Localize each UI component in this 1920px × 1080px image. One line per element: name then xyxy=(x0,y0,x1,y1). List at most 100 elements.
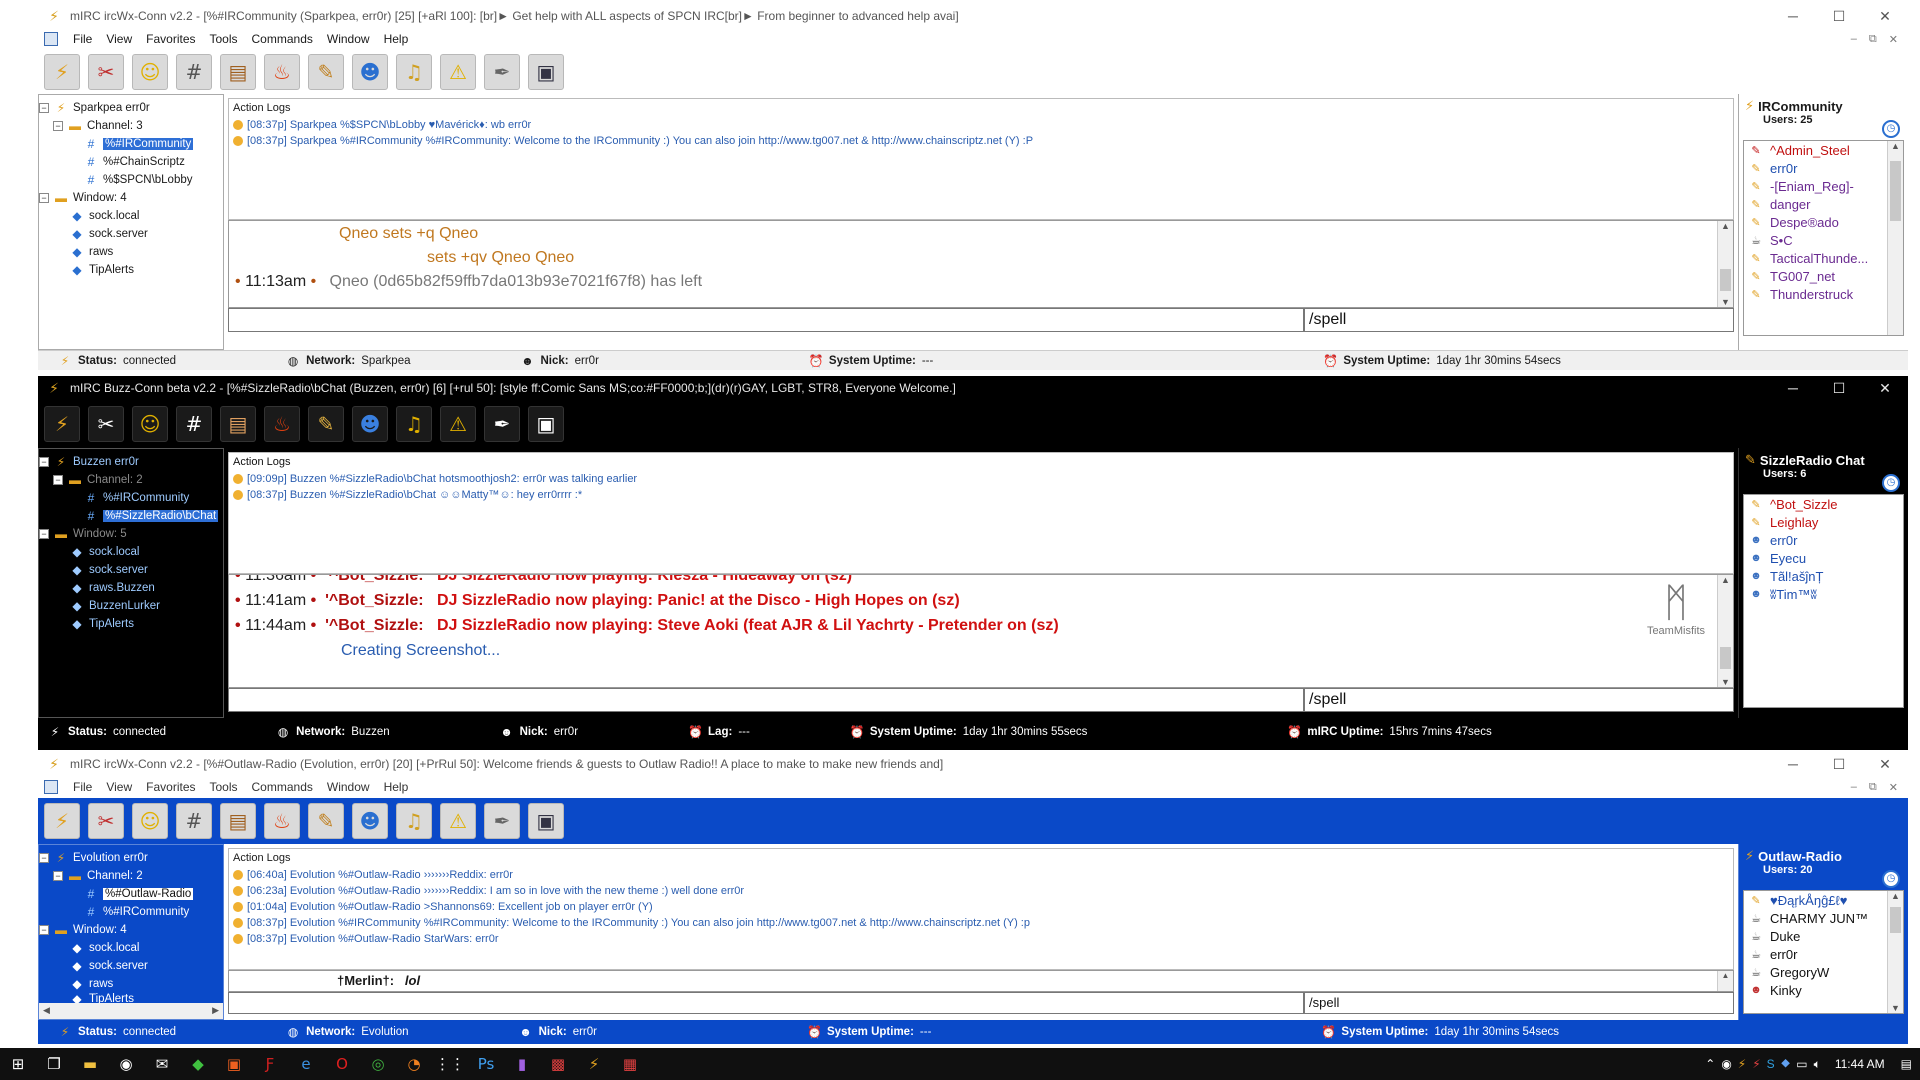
mdi-window-icon[interactable] xyxy=(44,780,58,794)
collapse-icon[interactable]: − xyxy=(39,103,49,113)
notifications-icon[interactable]: ▤ xyxy=(1901,1057,1912,1071)
tree-hscrollbar[interactable]: ◀ ▶ xyxy=(39,1003,223,1019)
clock-icon[interactable]: ◷ xyxy=(1882,120,1900,138)
menu-view[interactable]: View xyxy=(99,32,139,46)
mdi-restore-icon[interactable]: ⧉ xyxy=(1869,781,1877,794)
opera-icon[interactable]: O xyxy=(324,1048,360,1080)
scroll-thumb[interactable] xyxy=(1890,907,1901,933)
nick-item[interactable]: ✎ danger xyxy=(1744,195,1903,213)
user-icon[interactable]: ☻ xyxy=(352,54,388,90)
tree-windows-folder[interactable]: − ▬ Window: 5 xyxy=(39,525,223,543)
tree-channel-item[interactable]: # %#IRCommunity xyxy=(39,135,223,153)
maximize-button[interactable]: ☐ xyxy=(1816,380,1862,397)
options-tools-icon[interactable]: ✂ xyxy=(88,54,124,90)
mdi-minimize-icon[interactable]: – xyxy=(1851,781,1857,794)
tray-volume-icon[interactable]: 🔈︎ xyxy=(1814,1057,1821,1072)
nicklist-scrollbar[interactable]: ▲ ▼ xyxy=(1887,891,1903,1013)
tree-channel-item[interactable]: # %#SizzleRadio\bChat xyxy=(39,507,223,525)
tray-red-icon[interactable]: ⚡ xyxy=(1752,1057,1760,1071)
tree-windows-folder[interactable]: − ▬ Window: 4 xyxy=(39,921,223,939)
pen-tool-icon[interactable]: ✒ xyxy=(484,54,520,90)
scroll-up-icon[interactable]: ▲ xyxy=(1718,575,1733,585)
title-bar[interactable]: ⚡ mIRC ircWx-Conn v2.2 - [%#IRCommunity … xyxy=(38,4,1908,28)
close-button[interactable]: ✕ xyxy=(1862,8,1908,25)
tray-expand-icon[interactable]: ⌃ xyxy=(1705,1057,1715,1071)
photoshop-icon[interactable]: Ps xyxy=(468,1048,504,1080)
menu-tools[interactable]: Tools xyxy=(203,780,245,794)
app-orange-icon[interactable]: ▣ xyxy=(216,1048,252,1080)
music-cd-icon[interactable]: ♫ xyxy=(396,406,432,442)
connect-lightning-icon[interactable]: ⚡ xyxy=(44,54,80,90)
tree-channel-item[interactable]: # %#IRCommunity xyxy=(39,489,223,507)
tray-dropbox-icon[interactable]: ⯁ xyxy=(1781,1057,1791,1072)
channel-hash-icon[interactable]: # xyxy=(176,406,212,442)
scroll-up-icon[interactable]: ▲ xyxy=(1718,221,1733,231)
menu-file[interactable]: File xyxy=(66,32,99,46)
pen-tool-icon[interactable]: ✒ xyxy=(484,406,520,442)
tree-window-item[interactable]: ◆ TipAlerts xyxy=(39,615,223,633)
tree-window-item[interactable]: ◆ sock.server xyxy=(39,225,223,243)
mail-icon[interactable]: ✉ xyxy=(144,1048,180,1080)
paint-icon[interactable]: ✎ xyxy=(308,803,344,839)
nick-item[interactable]: ✎ err0r xyxy=(1744,159,1903,177)
smiley-icon[interactable]: ☺ xyxy=(132,406,168,442)
tray-lightning-icon[interactable]: ⚡ xyxy=(1738,1057,1746,1071)
message-input[interactable] xyxy=(228,688,1304,712)
minimize-button[interactable]: ─ xyxy=(1770,756,1816,772)
scroll-up-icon[interactable]: ▲ xyxy=(1888,891,1903,901)
menu-help[interactable]: Help xyxy=(377,780,416,794)
tree-channel-item[interactable]: # %$SPCN\bLobby xyxy=(39,171,223,189)
tree-windows-folder[interactable]: − ▬ Window: 4 xyxy=(39,189,223,207)
collapse-icon[interactable]: − xyxy=(39,529,49,539)
clock-icon[interactable]: ◷ xyxy=(1882,870,1900,888)
app-calendar-icon[interactable]: ▦ xyxy=(612,1048,648,1080)
paint-icon[interactable]: ✎ xyxy=(308,406,344,442)
pen-tool-icon[interactable]: ✒ xyxy=(484,803,520,839)
tree-window-item[interactable]: ◆ raws xyxy=(39,975,223,993)
scroll-right-icon[interactable]: ▶ xyxy=(212,1005,219,1017)
close-button[interactable]: ✕ xyxy=(1862,756,1908,773)
tray-skype-icon[interactable]: S xyxy=(1767,1057,1775,1071)
nick-item[interactable]: ☻ ʬTim™ʬ xyxy=(1744,585,1903,603)
maximize-button[interactable]: ☐ xyxy=(1816,8,1862,25)
tree-window-item[interactable]: ◆ sock.local xyxy=(39,207,223,225)
nicklist-scrollbar[interactable]: ▲ xyxy=(1887,141,1903,335)
nick-item[interactable]: ✎ Thunderstruck xyxy=(1744,285,1903,303)
menu-commands[interactable]: Commands xyxy=(245,780,320,794)
connect-lightning-icon[interactable]: ⚡ xyxy=(44,406,80,442)
steam-icon[interactable]: ◉ xyxy=(108,1048,144,1080)
fire-icon[interactable]: ♨ xyxy=(264,803,300,839)
scroll-left-icon[interactable]: ◀ xyxy=(43,1005,50,1017)
screenshot-icon[interactable]: ▣ xyxy=(528,54,564,90)
title-bar[interactable]: ⚡ mIRC Buzz-Conn beta v2.2 - [%#SizzleRa… xyxy=(38,376,1908,400)
chat-text-area[interactable]: Qneo sets +q Qneo sets +qv Qneo Qneo • 1… xyxy=(228,220,1734,308)
menu-window[interactable]: Window xyxy=(320,780,377,794)
tree-server[interactable]: − ⚡ Evolution err0r xyxy=(39,849,223,867)
nick-item[interactable]: ☻ err0r xyxy=(1744,531,1903,549)
collapse-icon[interactable]: − xyxy=(53,121,63,131)
mdi-restore-icon[interactable]: ⧉ xyxy=(1869,33,1877,46)
nick-item[interactable]: ✎ -[Eniam_Reg]- xyxy=(1744,177,1903,195)
clipboard-icon[interactable]: ▤ xyxy=(220,406,256,442)
taskbar-clock[interactable]: 11:44 AM xyxy=(1835,1057,1885,1071)
nick-item[interactable]: ☕ CHARMY JUN™ xyxy=(1744,909,1903,927)
filezilla-icon[interactable]: Ƒ xyxy=(252,1048,288,1080)
paint-icon[interactable]: ✎ xyxy=(308,54,344,90)
scroll-down-icon[interactable]: ▼ xyxy=(1888,1003,1903,1013)
channel-hash-icon[interactable]: # xyxy=(176,54,212,90)
chat-scrollbar[interactable]: ▲ ▼ xyxy=(1717,221,1733,307)
scroll-thumb[interactable] xyxy=(1720,269,1731,291)
fire-icon[interactable]: ♨ xyxy=(264,406,300,442)
collapse-icon[interactable]: − xyxy=(53,475,63,485)
tree-channels-folder[interactable]: − ▬ Channel: 2 xyxy=(39,867,223,885)
chat-text-area[interactable]: †Merlin†: lol ▲ xyxy=(228,970,1734,992)
collapse-icon[interactable]: − xyxy=(39,853,49,863)
mdi-close-icon[interactable]: ✕ xyxy=(1889,33,1898,46)
command-input[interactable]: /spell xyxy=(1304,992,1734,1014)
nick-item[interactable]: ✎ TG007_net xyxy=(1744,267,1903,285)
clipboard-icon[interactable]: ▤ xyxy=(220,54,256,90)
collapse-icon[interactable]: − xyxy=(39,193,49,203)
mirc-window-ircwx-outlaw-radio[interactable]: ⚡ mIRC ircWx-Conn v2.2 - [%#Outlaw-Radio… xyxy=(38,752,1908,1044)
menu-help[interactable]: Help xyxy=(377,32,416,46)
scroll-down-icon[interactable]: ▼ xyxy=(1718,297,1733,307)
